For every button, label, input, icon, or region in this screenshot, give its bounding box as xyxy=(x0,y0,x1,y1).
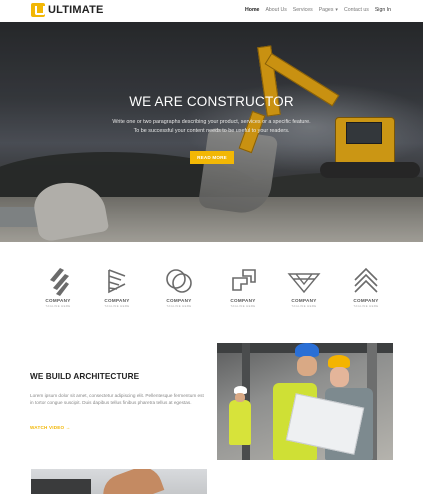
nav-item-pages-label: Pages xyxy=(318,7,334,13)
brand-name: COMPANY xyxy=(166,298,192,303)
main-menu: Home About Us Services Pages ▾ Contact us… xyxy=(245,7,391,13)
chevron-down-icon: ▾ xyxy=(335,7,339,13)
hero-description-line2: To be successful your content needs to b… xyxy=(133,127,290,134)
brand-name: COMPANY xyxy=(353,298,379,303)
square-blocks-icon xyxy=(232,269,256,291)
brand-tagline: TAGLINE HERE xyxy=(353,304,379,308)
brand-logo-1[interactable]: COMPANY TAGLINE HERE xyxy=(38,266,78,308)
nav-item-services[interactable]: Services xyxy=(293,7,313,13)
brand-name: COMPANY xyxy=(104,298,130,303)
nav-item-contact[interactable]: Contact us xyxy=(344,7,369,13)
logo-text: ULTIMATE xyxy=(48,4,104,16)
sign-in-link[interactable]: Sign In xyxy=(375,7,391,13)
triangle-grid-icon xyxy=(287,273,321,294)
top-navbar: ULTIMATE Home About Us Services Pages ▾ C… xyxy=(0,0,423,22)
brand-logo-6[interactable]: COMPANY TAGLINE HERE xyxy=(346,266,386,308)
hero-description-line1: Write one or two paragraphs describing y… xyxy=(112,119,311,125)
brand-name: COMPANY xyxy=(230,298,256,303)
hero-description: Write one or two paragraphs describing y… xyxy=(80,118,343,135)
brand-tagline: TAGLINE HERE xyxy=(230,304,256,308)
client-logos-section: COMPANY TAGLINE HERE COMPANY TAGLINE HER… xyxy=(0,242,423,327)
roof-lines-icon xyxy=(354,267,378,293)
read-more-button[interactable]: READ MORE xyxy=(190,151,234,164)
hero-title: WE ARE CONSTRUCTOR xyxy=(129,94,294,109)
section-description: Lorem ipsum dolor sit amet, consectetur … xyxy=(30,393,204,405)
logo-icon xyxy=(31,3,45,17)
brand-tagline: TAGLINE HERE xyxy=(166,304,192,308)
brand-logo-2[interactable]: COMPANY TAGLINE HERE xyxy=(97,266,137,308)
chevron-stack-icon xyxy=(108,269,126,294)
brand-logo-5[interactable]: COMPANY TAGLINE HERE xyxy=(284,266,324,308)
brand-name: COMPANY xyxy=(291,298,317,303)
site-logo[interactable]: ULTIMATE xyxy=(31,3,104,17)
brand-logo-3[interactable]: COMPANY TAGLINE HERE xyxy=(159,266,199,308)
nav-item-pages[interactable]: Pages ▾ xyxy=(319,7,338,13)
interlocking-circles-icon xyxy=(166,269,192,293)
brand-tagline: TAGLINE HERE xyxy=(291,304,317,308)
nav-item-home[interactable]: Home xyxy=(245,7,259,13)
brand-name: COMPANY xyxy=(45,298,71,303)
brand-tagline: TAGLINE HERE xyxy=(45,304,71,308)
nav-item-about[interactable]: About Us xyxy=(265,7,286,13)
diagonal-stripes-icon xyxy=(50,268,69,296)
brand-logo-4[interactable]: COMPANY TAGLINE HERE xyxy=(223,266,263,308)
brand-tagline: TAGLINE HERE xyxy=(104,304,130,308)
section-title: WE BUILD ARCHITECTURE xyxy=(30,372,140,381)
watch-video-link[interactable]: WATCH VIDEO → xyxy=(30,425,71,430)
hero-section: WE ARE CONSTRUCTOR Write one or two para… xyxy=(0,22,423,242)
bottom-feature-photo xyxy=(31,469,207,494)
